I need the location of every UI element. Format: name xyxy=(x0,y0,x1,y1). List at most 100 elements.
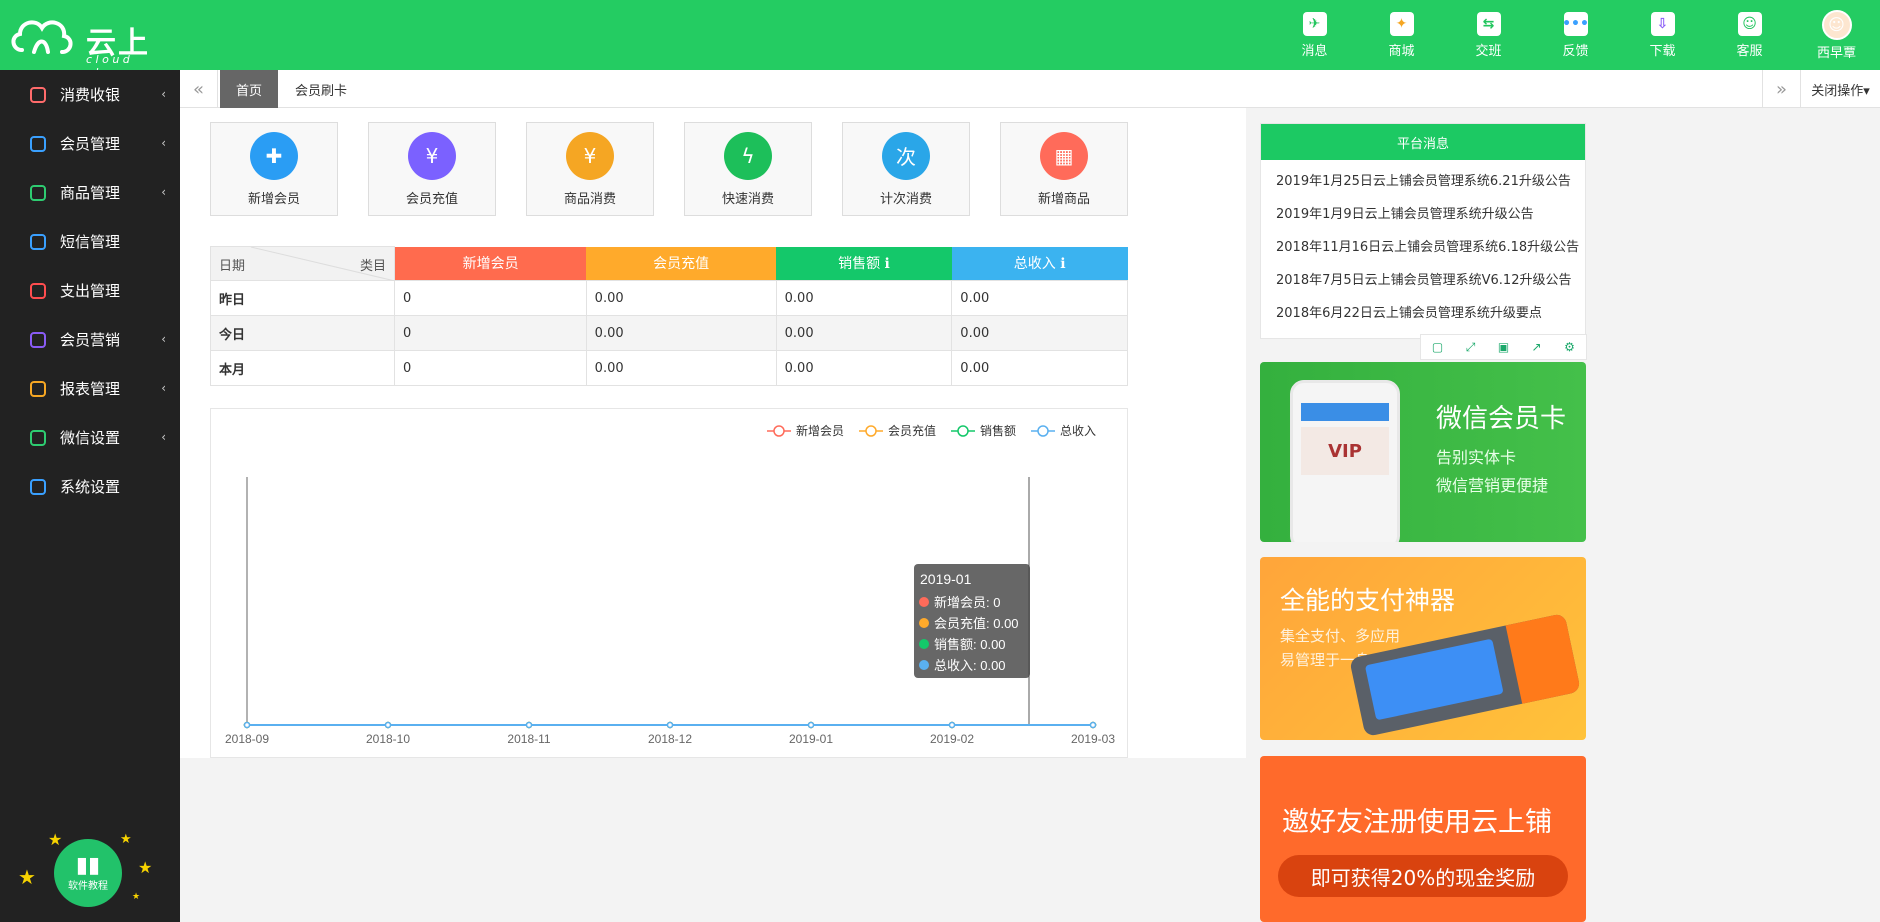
star-icon: ★ xyxy=(138,858,153,877)
notice-item[interactable]: 2019年1月9日云上铺会员管理系统升级公告 xyxy=(1261,196,1585,229)
data-point xyxy=(1089,721,1097,729)
sidebar-item-label: 报表管理 xyxy=(60,380,121,398)
quick-action-label: 计次消费 xyxy=(879,191,932,207)
legend-marker xyxy=(1037,425,1049,437)
sidebar-item-wechat[interactable]: 微信设置 ‹ xyxy=(0,413,180,462)
sidebar-item-expense[interactable]: 支出管理 xyxy=(0,266,180,315)
restore-icon[interactable]: ▢ xyxy=(1421,335,1454,359)
quick-action-label: 会员充值 xyxy=(405,191,458,207)
notice-item[interactable]: 2019年1月25日云上铺会员管理系统6.21升级公告 xyxy=(1261,163,1585,196)
invite-friends-banner[interactable]: 邀好友注册使用云上铺 即可获得20%的现金奖励 xyxy=(1260,756,1586,922)
notice-item[interactable]: 2018年11月16日云上铺会员管理系统6.18升级公告 xyxy=(1261,229,1585,262)
x-tick-label: 2019-02 xyxy=(930,732,974,746)
wechat-card-banner[interactable]: VIP 微信会员卡 告别实体卡 微信营销更便捷 xyxy=(1260,362,1586,542)
table-cell: 0.00 xyxy=(951,315,1128,351)
table-row: 本月 0 0.00 0.00 0.00 xyxy=(210,350,1128,386)
tab-member-card[interactable]: 会员刷卡 xyxy=(284,70,358,108)
stats-corner-header: 日期 类目 xyxy=(210,246,395,281)
topnav-paper-plane[interactable]: ✈ 消息 xyxy=(1271,0,1358,70)
expense-icon xyxy=(28,281,48,301)
quick-action-label: 快速消费 xyxy=(721,191,774,207)
goods-icon xyxy=(28,183,48,203)
stats-table: 日期 类目 新增会员 会员充值 销售额 ℹ 总收入 ℹ 昨日 0 0.00 0.… xyxy=(210,246,1128,386)
phone-header-bar xyxy=(1301,403,1389,421)
user-menu[interactable]: ☺ 西早覃 xyxy=(1793,0,1880,70)
topnav-label: 反馈 xyxy=(1562,43,1589,59)
tab-scroll-left-button[interactable]: « xyxy=(180,70,218,108)
app-logo[interactable]: 云上铺 cloud shop xyxy=(8,8,178,105)
data-point xyxy=(525,721,533,729)
topnav-support[interactable]: ☺ 客服 xyxy=(1706,0,1793,70)
sidebar-item-settings[interactable]: 系统设置 xyxy=(0,462,180,511)
user-name: 西早覃 xyxy=(1816,45,1856,61)
topnav-swap[interactable]: ⇆ 交班 xyxy=(1445,0,1532,70)
quick-action-button[interactable]: ✚ 新增会员 xyxy=(210,122,338,216)
header-category: 类目 xyxy=(359,259,386,274)
row-label: 本月 xyxy=(210,350,395,386)
payment-device-banner[interactable]: 全能的支付神器 集全支付、多应用 易管理于一身 xyxy=(1260,557,1586,740)
chevron-left-icon: ‹ xyxy=(161,430,166,444)
export-icon[interactable]: ↗ xyxy=(1520,335,1553,359)
chevron-left-icon: ‹ xyxy=(161,381,166,395)
support-icon: ☺ xyxy=(1737,11,1762,36)
chevron-left-icon: ‹ xyxy=(161,136,166,150)
topnav-store[interactable]: ✦ 商城 xyxy=(1358,0,1445,70)
tab-scroll-right-button[interactable]: » xyxy=(1762,70,1800,108)
fullscreen-icon[interactable]: ⤢ xyxy=(1454,335,1487,359)
quick-action-button[interactable]: ¥ 会员充值 xyxy=(368,122,496,216)
table-cell: 0 xyxy=(394,280,587,316)
x-tick-label: 2019-01 xyxy=(789,732,833,746)
wechat-icon xyxy=(28,428,48,448)
banner-title: 全能的支付神器 xyxy=(1280,586,1456,615)
data-point xyxy=(807,721,815,729)
report-icon xyxy=(28,379,48,399)
table-cell: 0.00 xyxy=(951,350,1128,386)
notice-item[interactable]: 2018年6月22日云上铺会员管理系统升级要点 xyxy=(1261,295,1585,328)
quick-action-icon: 次 xyxy=(882,131,930,180)
star-icon: ★ xyxy=(120,832,132,847)
sidebar-item-label: 支出管理 xyxy=(60,282,121,300)
table-cell: 0.00 xyxy=(951,280,1128,316)
tutorial-button[interactable]: ▮▮ 软件教程 xyxy=(54,839,122,907)
data-point xyxy=(948,721,956,729)
data-point xyxy=(384,721,392,729)
banner-title: 微信会员卡 xyxy=(1436,404,1567,434)
quick-action-button[interactable]: ϟ 快速消费 xyxy=(684,122,812,216)
sidebar-item-report[interactable]: 报表管理 ‹ xyxy=(0,364,180,413)
tab-home[interactable]: 首页 xyxy=(220,70,278,108)
quick-action-button[interactable]: ▦ 新增商品 xyxy=(1000,122,1128,216)
table-row: 今日 0 0.00 0.00 0.00 xyxy=(210,315,1128,351)
quick-action-icon: ¥ xyxy=(566,131,614,180)
tooltip-marker xyxy=(919,639,929,649)
close-operations-dropdown[interactable]: 关闭操作▾ xyxy=(1800,70,1880,108)
table-cell: 0 xyxy=(394,350,587,386)
sidebar-item-cashier[interactable]: 消费收银 ‹ xyxy=(0,70,180,119)
notice-item[interactable]: 2018年7月5日云上铺会员管理系统V6.12升级公告 xyxy=(1261,262,1585,295)
table-cell: 0.00 xyxy=(585,280,777,316)
quick-action-button[interactable]: 次计次消费 xyxy=(842,122,970,216)
settings-icon[interactable]: ⚙ xyxy=(1553,335,1586,359)
sidebar-item-goods[interactable]: 商品管理 ‹ xyxy=(0,168,180,217)
save-icon[interactable]: ▣ xyxy=(1487,335,1520,359)
store-icon: ✦ xyxy=(1389,11,1414,36)
topnav-download[interactable]: ⇩ 下载 xyxy=(1619,0,1706,70)
phone-illustration: VIP xyxy=(1290,380,1400,542)
legend-label: 会员充值 xyxy=(888,423,936,438)
tooltip-marker xyxy=(919,618,929,628)
star-icon: ★ xyxy=(18,865,36,889)
swap-icon: ⇆ xyxy=(1476,11,1501,36)
quick-action-label: 新增商品 xyxy=(1037,191,1090,207)
sidebar-item-gift[interactable]: 会员营销 ‹ xyxy=(0,315,180,364)
top-nav: ✈ 消息 ✦ 商城 ⇆ 交班 ••• 反馈 ⇩ 下载 ☺ 客服 ☺ 西早覃 xyxy=(1271,0,1880,70)
tooltip-marker xyxy=(919,660,929,670)
sidebar-item-sms[interactable]: 短信管理 xyxy=(0,217,180,266)
topnav-chat[interactable]: ••• 反馈 xyxy=(1532,0,1619,70)
sidebar-item-members[interactable]: 会员管理 ‹ xyxy=(0,119,180,168)
table-cell: 0.00 xyxy=(585,315,777,351)
invite-reward-button[interactable]: 即可获得20%的现金奖励 xyxy=(1278,855,1568,897)
data-point xyxy=(666,721,674,729)
top-header: 云上铺 cloud shop ✈ 消息 ✦ 商城 ⇆ 交班 ••• 反馈 ⇩ 下载 ☺ 客服 ☺ 西早覃 xyxy=(0,0,1880,105)
quick-action-button[interactable]: ¥ 商品消费 xyxy=(526,122,654,216)
table-cell: 0 xyxy=(394,315,587,351)
legend-marker xyxy=(773,425,785,437)
